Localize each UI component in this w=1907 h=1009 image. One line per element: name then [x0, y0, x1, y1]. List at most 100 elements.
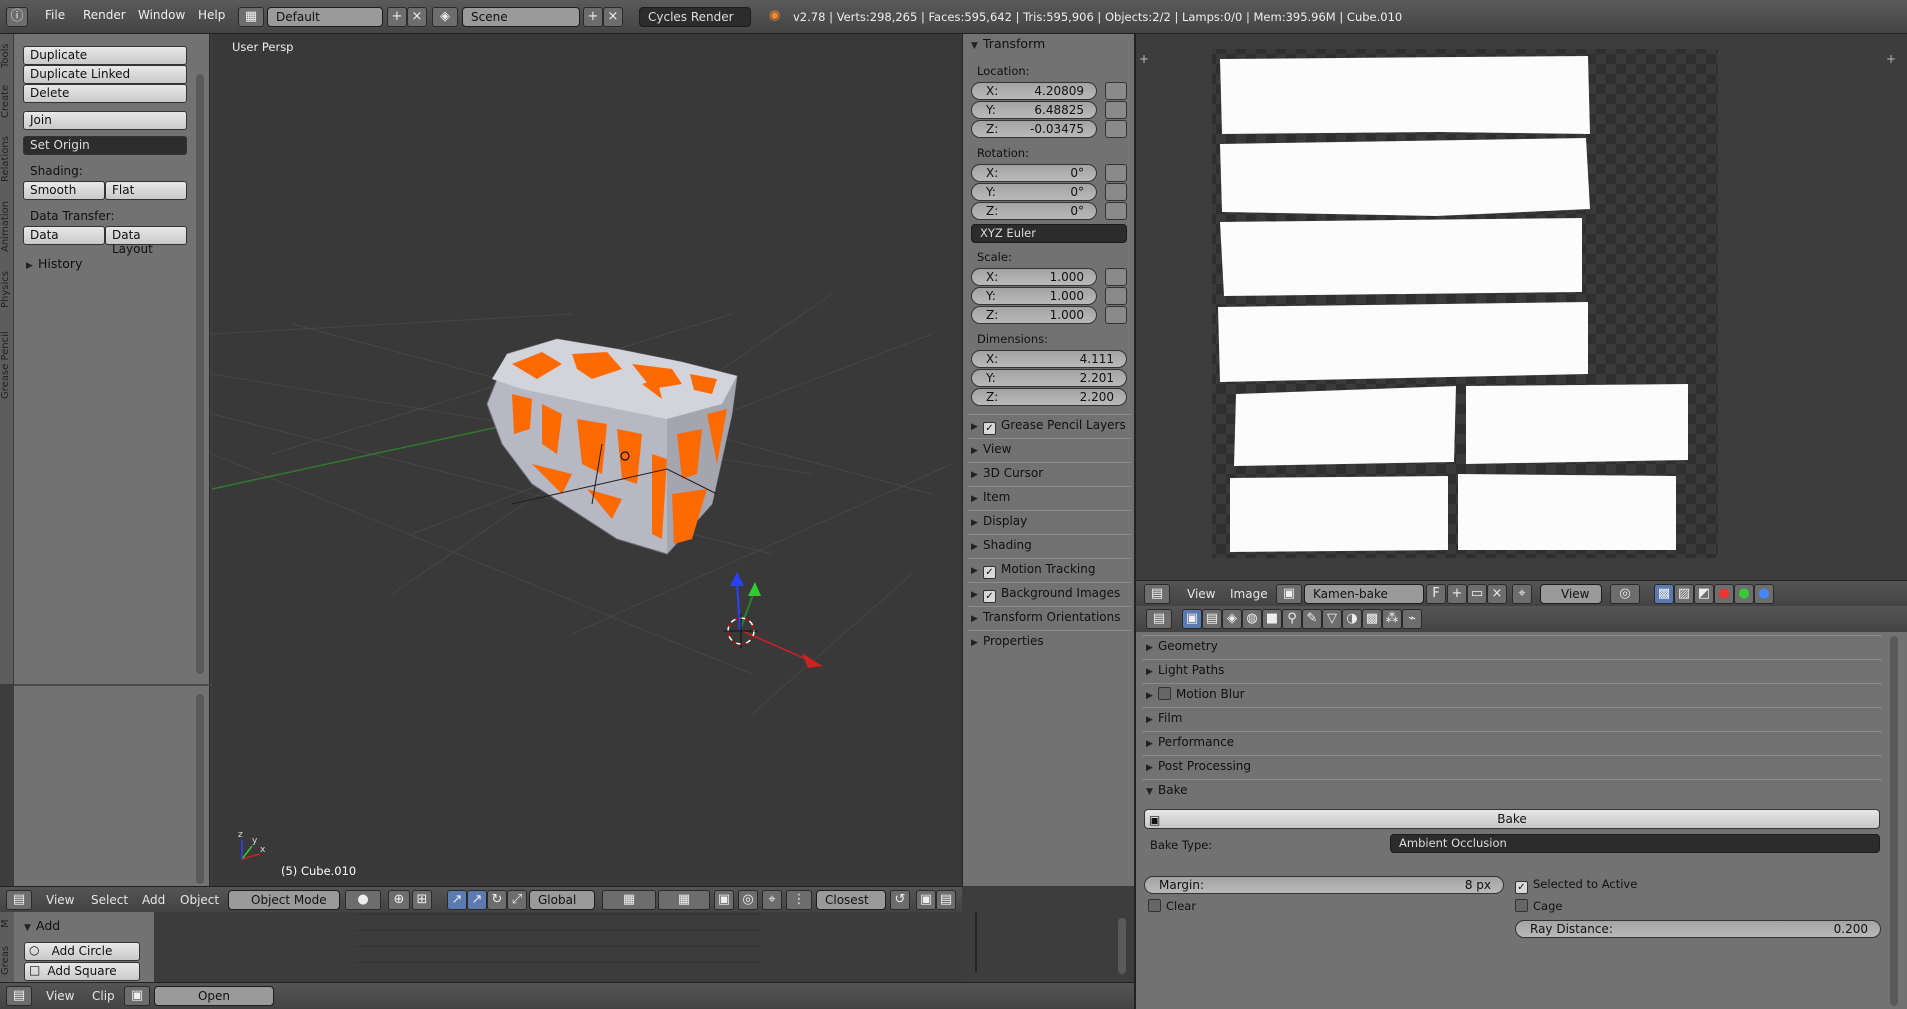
tab-physics[interactable]: Physics	[0, 264, 14, 316]
duplicate-button[interactable]: Duplicate	[23, 46, 187, 65]
lock-icon[interactable]	[1105, 287, 1127, 305]
pivot-icon[interactable]: ◎	[1610, 584, 1640, 604]
selected-to-active-option[interactable]: ✓ Selected to Active	[1515, 877, 1637, 894]
duplicate-linked-button[interactable]: Duplicate Linked	[23, 65, 187, 84]
tab-grease[interactable]: Greas	[0, 938, 14, 982]
rotation-x-field[interactable]: X: 0°	[971, 164, 1097, 182]
tab-relations[interactable]: Relations	[0, 128, 14, 190]
particles-tab-icon[interactable]: ⁂	[1382, 609, 1402, 629]
data-tab-icon[interactable]: ▽	[1322, 609, 1342, 629]
constraints-tab-icon[interactable]: ⚲	[1282, 609, 1302, 629]
section-properties[interactable]: ▶ Properties	[967, 630, 1131, 652]
menu-view[interactable]: View	[1187, 587, 1215, 601]
snap-target-select[interactable]: Closest	[816, 890, 886, 910]
clip-scrollbar[interactable]	[1118, 918, 1126, 974]
checkbox[interactable]: ✓	[1515, 881, 1528, 894]
editor-type-icon[interactable]: ▤	[1146, 609, 1172, 629]
checkbox[interactable]: ✓	[983, 590, 996, 603]
menu-view[interactable]: View	[46, 989, 74, 1003]
scene-icon[interactable]: ◈	[432, 7, 458, 27]
expand-sidebar-icon[interactable]: +	[1886, 52, 1896, 66]
section-motion-tracking[interactable]: ▶ ✓ Motion Tracking	[967, 558, 1131, 580]
scale-y-field[interactable]: Y: 1.000	[971, 287, 1097, 305]
add-scene-icon[interactable]: +	[583, 7, 603, 27]
section-3d-cursor[interactable]: ▶ 3D Cursor	[967, 462, 1131, 484]
object-tab-icon[interactable]: ■	[1262, 609, 1282, 629]
render-section-bake[interactable]: ▼ Bake	[1142, 779, 1882, 801]
add-section-header[interactable]: ▼ Add	[24, 918, 60, 933]
operator-panel-scrollbar[interactable]	[196, 694, 204, 884]
menu-render[interactable]: Render	[83, 8, 126, 22]
render-section-geometry[interactable]: ▶ Geometry	[1142, 635, 1882, 657]
render-section-performance[interactable]: ▶ Performance	[1142, 731, 1882, 753]
layers-grid-icon[interactable]: ▦	[602, 890, 656, 910]
modifiers-tab-icon[interactable]: ✎	[1302, 609, 1322, 629]
add-square-button[interactable]: □ Add Square	[24, 962, 140, 981]
flat-button[interactable]: Flat	[105, 181, 187, 200]
margin-field[interactable]: Margin: 8 px	[1144, 876, 1504, 894]
image-name-field[interactable]: Kamen-bake	[1304, 584, 1424, 604]
checkbox[interactable]	[1148, 899, 1161, 912]
tab-animation[interactable]: Animation	[0, 194, 14, 260]
layout-icon[interactable]: ▦	[238, 7, 264, 27]
physics-tab-icon[interactable]: ⌁	[1402, 609, 1422, 629]
world-tab-icon[interactable]: ◍	[1242, 609, 1262, 629]
checkbox[interactable]: ✓	[983, 566, 996, 579]
section-transform-orientations[interactable]: ▶ Transform Orientations	[967, 606, 1131, 628]
menu-view[interactable]: View	[46, 893, 74, 907]
dimensions-x-field[interactable]: X: 4.111	[971, 350, 1127, 368]
layers-grid-icon[interactable]: ▦	[658, 890, 710, 910]
translate-manipulator-icon[interactable]: ↗	[447, 890, 467, 910]
display-rgb-icon[interactable]: ▨	[1674, 584, 1694, 604]
manipulator-icon[interactable]: ↗	[467, 890, 487, 910]
scale-manipulator-icon[interactable]: ⤢	[507, 890, 527, 910]
section-shading[interactable]: ▶ Shading	[967, 534, 1131, 556]
open-clip-button[interactable]: Open	[154, 986, 274, 1006]
clip-browse-icon[interactable]: ▣	[124, 986, 150, 1006]
expand-toolshelf-icon[interactable]: +	[1139, 52, 1149, 66]
tab-tools[interactable]: Tools	[0, 38, 14, 74]
snap-align-icon[interactable]: ↺	[890, 890, 910, 910]
render-tab-icon[interactable]: ▣	[1182, 609, 1202, 629]
menu-select[interactable]: Select	[91, 893, 128, 907]
scene-tab-icon[interactable]: ◈	[1222, 609, 1242, 629]
checkbox[interactable]: ✓	[983, 422, 996, 435]
section-display[interactable]: ▶ Display	[967, 510, 1131, 532]
section-grease-pencil-layers[interactable]: ▶ ✓ Grease Pencil Layers	[967, 414, 1131, 436]
set-origin-select[interactable]: Set Origin	[23, 136, 187, 155]
delete-button[interactable]: Delete	[23, 84, 187, 103]
texture-tab-icon[interactable]: ▩	[1362, 609, 1382, 629]
render-section-light-paths[interactable]: ▶ Light Paths	[1142, 659, 1882, 681]
smooth-button[interactable]: Smooth	[23, 181, 105, 200]
rotation-mode-select[interactable]: XYZ Euler	[971, 224, 1127, 243]
display-rgb-alpha-icon[interactable]: ▩	[1654, 584, 1674, 604]
display-alpha-icon[interactable]: ◩	[1694, 584, 1714, 604]
pin-icon[interactable]: ⌖	[1512, 584, 1532, 604]
open-image-icon[interactable]: ▭	[1467, 584, 1487, 604]
orientation-select[interactable]: Global	[529, 890, 595, 910]
dimensions-z-field[interactable]: Z: 2.200	[971, 388, 1127, 406]
lock-icon[interactable]	[1105, 164, 1127, 182]
bake-type-select[interactable]: Ambient Occlusion	[1390, 834, 1880, 853]
lock-icon[interactable]	[1105, 202, 1127, 220]
tab-create[interactable]: Create	[0, 78, 14, 124]
menu-help[interactable]: Help	[198, 8, 225, 22]
properties-scrollbar[interactable]	[1890, 636, 1898, 1006]
manipulator-toggle-icon[interactable]: ⊞	[412, 890, 432, 910]
bake-button[interactable]: ▣ Bake	[1144, 809, 1880, 829]
render-engine-select[interactable]: Cycles Render	[639, 7, 751, 27]
history-section[interactable]: ▶ History	[26, 256, 82, 271]
material-tab-icon[interactable]: ◑	[1342, 609, 1362, 629]
tab-grease-pencil[interactable]: Grease Pencil	[0, 320, 14, 410]
clip-editor[interactable]: M Greas ▼ Add ○ Add Circle □ Add Square	[0, 912, 1126, 984]
menu-object[interactable]: Object	[180, 893, 219, 907]
checkbox[interactable]	[1515, 899, 1528, 912]
lock-icon[interactable]	[1105, 306, 1127, 324]
lock-icon[interactable]	[1105, 268, 1127, 286]
remove-scene-icon[interactable]: ×	[603, 7, 623, 27]
render-section-post-processing[interactable]: ▶ Post Processing	[1142, 755, 1882, 777]
ray-distance-field[interactable]: Ray Distance: 0.200	[1515, 920, 1881, 938]
pivot-point-icon[interactable]: ⊕	[388, 890, 410, 910]
cage-option[interactable]: Cage	[1515, 899, 1562, 913]
menu-file[interactable]: File	[45, 8, 65, 22]
